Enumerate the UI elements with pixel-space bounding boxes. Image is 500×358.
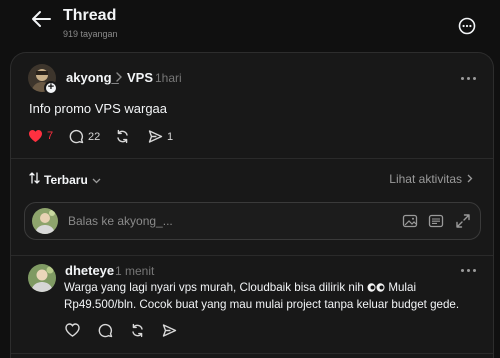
post-text: Info promo VPS wargaa [29,101,168,116]
view-activity-link[interactable]: Lihat aktivitas [389,172,473,186]
reply-count: 22 [88,130,101,143]
heart-icon [28,129,43,143]
comment-icon [69,129,84,144]
repost-icon [130,323,145,338]
post-time: 1hari [155,71,182,85]
reply-input[interactable]: Balas ke akyong_... [68,214,173,228]
comment-like-button[interactable] [65,323,80,337]
post-more-icon[interactable] [460,76,478,82]
comment-text-line2: Rp49.500/bln. Cocok buat yang mau mulai … [64,298,460,311]
comment-repost-button[interactable] [130,323,145,338]
chevron-right-icon [114,70,124,82]
divider [11,353,493,354]
sort-icon [29,172,40,187]
view-count: 919 tayangan [63,29,118,39]
share-count: 1 [167,130,174,143]
comment-author-avatar[interactable] [28,264,56,292]
eyes-emoji-icon [367,280,385,292]
heart-icon [65,323,80,337]
comment-more-icon[interactable] [460,268,478,274]
thread-card: + akyong_ VPS 1hari Info promo VPS warga… [10,52,494,358]
like-count: 7 [47,130,54,142]
sort-label: Terbaru [44,172,88,187]
divider [11,158,493,159]
page-title: Thread [63,7,117,24]
divider [11,255,493,256]
comment-text-line1-end: Mulai [388,281,417,294]
top-bar: Thread 919 tayangan [0,0,500,50]
share-icon [162,323,177,338]
like-button[interactable]: 7 [28,129,53,143]
more-circle-icon[interactable] [457,16,477,36]
sort-dropdown[interactable]: Terbaru [29,172,101,187]
follow-plus-icon[interactable]: + [44,81,58,95]
chevron-right-icon [467,172,473,186]
current-user-avatar [32,208,58,234]
repost-icon [115,129,130,144]
back-arrow-icon[interactable] [30,9,52,29]
expand-icon[interactable] [455,213,471,229]
share-button[interactable]: 1 [148,129,173,144]
repost-button[interactable] [115,129,130,144]
reply-button[interactable]: 22 [69,129,100,144]
post-author-name[interactable]: akyong_ [66,70,119,85]
comment-time: 1 menit [115,264,155,278]
comment-reply-button[interactable] [98,323,113,338]
activity-label: Lihat aktivitas [389,172,462,186]
comment-text: Warga yang lagi nyari vps murah, Cloudba… [64,279,484,313]
topic-tag[interactable]: VPS [127,70,153,85]
image-icon[interactable] [402,213,418,229]
comment-icon [98,323,113,338]
chevron-down-icon [92,173,101,187]
reply-box[interactable]: Balas ke akyong_... [24,202,481,240]
comment-text-line1: Warga yang lagi nyari vps murah, Cloudba… [64,281,364,294]
comment-share-button[interactable] [162,323,177,338]
comment-author-name[interactable]: dheteye [65,263,114,278]
share-icon [148,129,163,144]
gif-icon[interactable] [428,213,444,229]
